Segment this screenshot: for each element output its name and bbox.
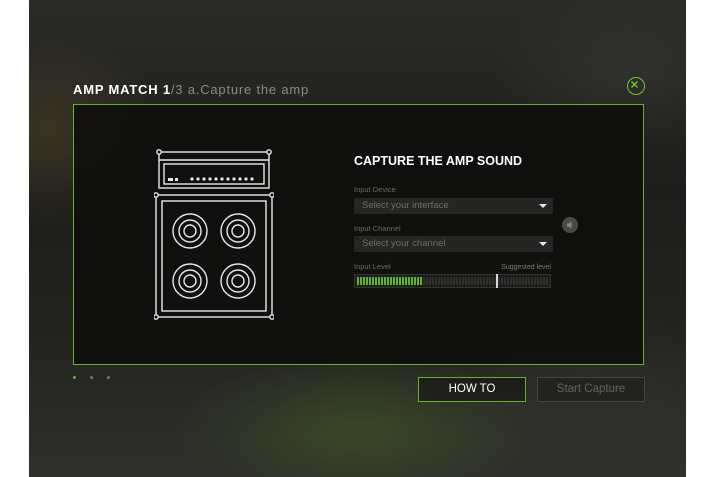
- close-icon: [631, 81, 638, 88]
- meter-segment: [465, 277, 467, 285]
- meter-segment: [480, 277, 482, 285]
- meter-segment: [483, 277, 485, 285]
- chevron-down-icon: [539, 204, 547, 208]
- capture-panel: CAPTURE THE AMP SOUND Input Device Selec…: [73, 104, 644, 365]
- meter-segment: [528, 277, 530, 285]
- start-capture-button[interactable]: Start Capture: [537, 377, 645, 402]
- meter-segment: [516, 277, 518, 285]
- meter-segment: [471, 277, 473, 285]
- meter-segment: [423, 277, 425, 285]
- chevron-down-icon: [539, 242, 547, 246]
- meter-segment: [432, 277, 434, 285]
- speaker-icon: [567, 221, 572, 229]
- close-button[interactable]: [627, 77, 645, 95]
- meter-segment: [414, 277, 416, 285]
- meter-segment: [540, 277, 542, 285]
- meter-segment: [375, 277, 377, 285]
- input-channel-label: Input Channel: [354, 224, 401, 233]
- meter-segment: [411, 277, 413, 285]
- input-device-select[interactable]: Select your interface: [354, 198, 553, 214]
- meter-segment: [417, 277, 419, 285]
- meter-segment: [477, 277, 479, 285]
- meter-segment: [525, 277, 527, 285]
- meter-segment: [519, 277, 521, 285]
- meter-segment: [369, 277, 371, 285]
- input-level-meter: [354, 274, 551, 288]
- pagination-dot[interactable]: [73, 376, 76, 379]
- meter-segment: [435, 277, 437, 285]
- meter-segment: [531, 277, 533, 285]
- meter-segment: [498, 277, 500, 285]
- input-channel-value: Select your channel: [362, 238, 446, 249]
- input-level-label: Input Level: [354, 262, 391, 271]
- meter-segment: [441, 277, 443, 285]
- meter-segment: [489, 277, 491, 285]
- meter-segment: [372, 277, 374, 285]
- meter-segment: [378, 277, 380, 285]
- meter-segment: [546, 277, 548, 285]
- meter-segment: [450, 277, 452, 285]
- how-to-button[interactable]: HOW TO: [418, 377, 526, 402]
- meter-segment: [399, 277, 401, 285]
- meter-segment: [390, 277, 392, 285]
- meter-segment: [366, 277, 368, 285]
- pagination-dot[interactable]: [107, 376, 110, 379]
- page-title: AMP MATCH 1/3 a.Capture the amp: [73, 82, 309, 97]
- meter-segment: [402, 277, 404, 285]
- meter-segment: [405, 277, 407, 285]
- meter-segment: [474, 277, 476, 285]
- amp-match-window: AMP MATCH 1/3 a.Capture the amp CAPTURE …: [29, 0, 686, 477]
- meter-segment: [426, 277, 428, 285]
- meter-segment: [459, 277, 461, 285]
- meter-segment: [387, 277, 389, 285]
- speaker-button[interactable]: [562, 217, 578, 233]
- meter-segment: [363, 277, 365, 285]
- meter-segment: [384, 277, 386, 285]
- meter-segment: [357, 277, 359, 285]
- input-device-label: Input Device: [354, 185, 396, 194]
- meter-segment: [453, 277, 455, 285]
- meter-segment: [543, 277, 545, 285]
- meter-segment: [360, 277, 362, 285]
- meter-segment: [504, 277, 506, 285]
- pagination-dot[interactable]: [90, 376, 93, 379]
- meter-segment: [456, 277, 458, 285]
- amp-stack-icon: [154, 149, 274, 320]
- meter-segment: [507, 277, 509, 285]
- meter-segment: [468, 277, 470, 285]
- meter-segment: [492, 277, 494, 285]
- meter-segment: [537, 277, 539, 285]
- input-channel-select[interactable]: Select your channel: [354, 236, 553, 252]
- meter-segment: [486, 277, 488, 285]
- meter-segment: [393, 277, 395, 285]
- meter-segment: [510, 277, 512, 285]
- meter-segment: [381, 277, 383, 285]
- step-title: AMP MATCH 1: [73, 82, 171, 97]
- capture-title: CAPTURE THE AMP SOUND: [354, 154, 523, 168]
- meter-segment: [420, 277, 422, 285]
- input-device-value: Select your interface: [362, 200, 449, 211]
- suggested-level-marker: [496, 274, 498, 288]
- meter-segment: [462, 277, 464, 285]
- meter-segment: [408, 277, 410, 285]
- step-description: a.Capture the amp: [187, 82, 310, 97]
- meter-segment: [522, 277, 524, 285]
- meter-segment: [429, 277, 431, 285]
- step-total: /3: [170, 82, 184, 97]
- meter-segment: [513, 277, 515, 285]
- meter-segment: [396, 277, 398, 285]
- meter-segment: [438, 277, 440, 285]
- meter-segment: [534, 277, 536, 285]
- meter-segment: [444, 277, 446, 285]
- meter-segment: [501, 277, 503, 285]
- meter-segment: [447, 277, 449, 285]
- suggested-level-label: Suggested level: [501, 264, 551, 271]
